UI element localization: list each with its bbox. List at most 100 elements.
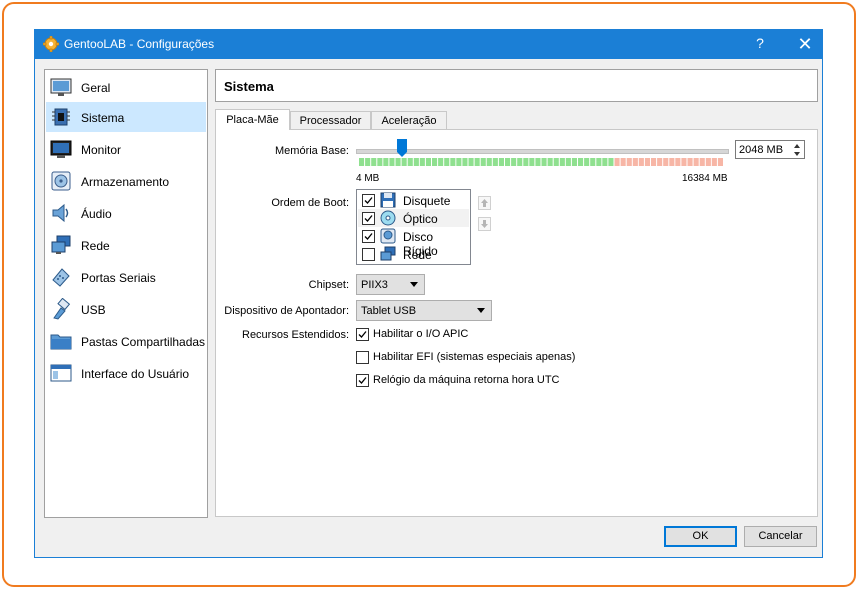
slider-tick [565,158,571,166]
close-button[interactable]: ✕ [794,34,816,54]
boot-item-rede[interactable]: Rede [358,245,469,263]
sidebar-item-label: Sistema [81,111,125,125]
settings-window: GentooLAB - Configurações ? ✕ Geral Sist… [34,29,823,558]
sidebar: Geral Sistema Monitor Armazenamento Áudi… [44,69,208,518]
boot-item-optico[interactable]: Óptico [358,209,469,227]
memory-slider-track[interactable] [356,149,729,154]
boot-checkbox[interactable] [362,230,375,243]
sidebar-item-label: Geral [81,81,111,95]
arrow-up-icon [481,199,488,207]
io-apic-label: Habilitar o I/O APIC [373,328,469,340]
sidebar-item-monitor[interactable]: Monitor [46,134,206,164]
sidebar-item-label: Rede [81,239,110,253]
sidebar-item-audio[interactable]: Áudio [46,198,206,228]
title-bar: GentooLAB - Configurações ? ✕ [34,29,823,59]
tab-placa-mae[interactable]: Placa-Mãe [215,109,290,130]
section-header: Sistema [215,69,818,102]
spin-up-icon[interactable] [791,142,803,150]
slider-tick [663,158,669,166]
sidebar-item-label: Portas Seriais [81,271,156,285]
help-button[interactable]: ? [750,35,770,53]
slider-tick [462,158,468,166]
usb-icon [53,298,71,320]
hard-disk-icon [380,228,396,244]
slider-tick [553,158,559,166]
slider-tick [693,158,699,166]
slider-tick [523,158,529,166]
boot-item-label: Disquete [403,194,451,208]
sidebar-item-pastas-compartilhadas[interactable]: Pastas Compartilhadas [46,326,206,356]
slider-tick [438,158,444,166]
sidebar-item-sistema[interactable]: Sistema [46,102,206,132]
memory-min-label: 4 MB [356,173,380,184]
motherboard-panel: Memória Base: 2048 MB 4 MB 16384 MB Orde… [215,129,818,517]
slider-tick [578,158,584,166]
boot-checkbox[interactable] [362,194,375,207]
dialog-body: Geral Sistema Monitor Armazenamento Áudi… [35,59,822,557]
sidebar-item-interface-usuario[interactable]: Interface do Usuário [46,358,206,388]
boot-item-label: Rede [403,248,432,262]
slider-tick [681,158,687,166]
sidebar-item-usb[interactable]: USB [46,294,206,324]
boot-checkbox[interactable] [362,248,375,261]
slider-tick [377,158,383,166]
sidebar-item-label: Pastas Compartilhadas [81,335,206,349]
utc-clock-checkbox[interactable] [356,374,369,387]
slider-tick [711,158,717,166]
spin-down-icon[interactable] [791,150,803,158]
memory-spinbox[interactable]: 2048 MB [735,140,805,159]
slider-tick [657,158,663,166]
floppy-icon [380,192,396,208]
slider-tick [365,158,371,166]
pointing-device-label: Dispositivo de Apontador: [224,305,349,317]
slider-tick [425,158,431,166]
window-title: GentooLAB - Configurações [64,37,215,51]
sidebar-item-portas-seriais[interactable]: Portas Seriais [46,262,206,292]
io-apic-checkbox[interactable] [356,328,369,341]
sidebar-item-rede[interactable]: Rede [46,230,206,260]
boot-checkbox[interactable] [362,212,375,225]
slider-tick [450,158,456,166]
ok-button[interactable]: OK [664,526,737,547]
tab-label: Aceleração [381,115,437,127]
slider-tick [480,158,486,166]
slider-tick [596,158,602,166]
chevron-down-icon [477,308,485,313]
tab-aceleracao[interactable]: Aceleração [371,111,447,129]
boot-item-disco-rigido[interactable]: Disco Rígido [358,227,469,258]
boot-item-disquete[interactable]: Disquete [358,191,469,209]
slider-tick [547,158,553,166]
slider-tick [626,158,632,166]
sidebar-item-armazenamento[interactable]: Armazenamento [46,166,206,196]
chipset-value: PIIX3 [361,279,388,291]
slider-tick [541,158,547,166]
slider-tick [371,158,377,166]
slider-tick [687,158,693,166]
page-title: Sistema [224,79,274,94]
slider-tick [705,158,711,166]
sidebar-item-geral[interactable]: Geral [46,72,206,102]
memory-slider-handle[interactable] [397,139,407,157]
tab-label: Placa-Mãe [226,114,279,126]
network-icon [380,246,396,261]
slider-tick [486,158,492,166]
network-icon [51,235,71,254]
slider-tick [644,158,650,166]
slider-tick [474,158,480,166]
chipset-select[interactable]: PIIX3 [356,274,425,295]
gear-icon [43,36,59,52]
efi-checkbox[interactable] [356,351,369,364]
tab-processador[interactable]: Processador [290,111,371,129]
slider-tick [395,158,401,166]
tab-label: Processador [299,115,362,127]
sidebar-item-label: Interface do Usuário [81,367,190,381]
boot-order-label: Ordem de Boot: [271,197,349,209]
slider-tick [492,158,498,166]
cancel-button[interactable]: Cancelar [744,526,817,547]
move-up-button[interactable] [478,196,491,210]
pointing-device-select[interactable]: Tablet USB [356,300,492,321]
chip-icon [52,108,70,126]
slider-tick [651,158,657,166]
move-down-button[interactable] [478,217,491,231]
slider-tick [571,158,577,166]
